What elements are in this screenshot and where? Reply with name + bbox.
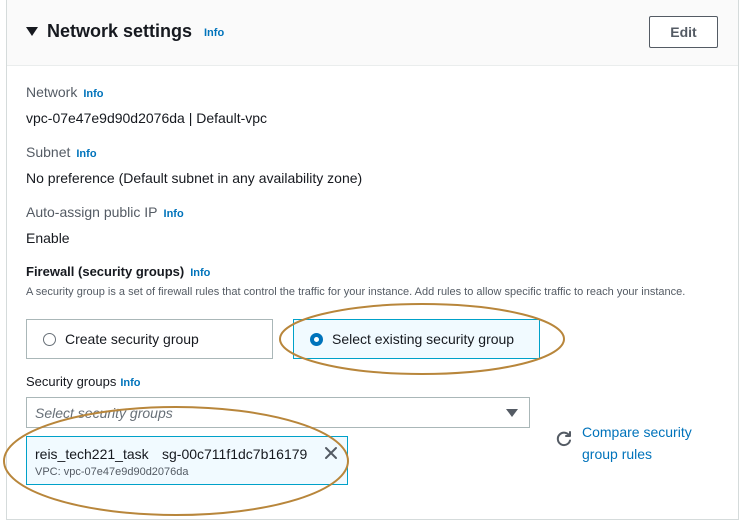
subnet-info-link[interactable]: Info bbox=[76, 148, 96, 160]
radio-label: Create security group bbox=[65, 331, 199, 347]
auto-assign-label: Auto-assign public IP Info bbox=[26, 204, 184, 220]
auto-assign-value: Enable bbox=[26, 230, 70, 246]
select-placeholder: Select security groups bbox=[35, 405, 173, 421]
network-value: vpc-07e47e9d90d2076da | Default-vpc bbox=[26, 110, 268, 126]
close-icon[interactable] bbox=[323, 445, 339, 461]
firewall-info-link[interactable]: Info bbox=[190, 267, 210, 279]
firewall-description: A security group is a set of firewall ru… bbox=[26, 286, 686, 298]
select-existing-security-group-option[interactable]: Select existing security group bbox=[293, 319, 540, 359]
security-groups-info-link[interactable]: Info bbox=[120, 377, 140, 389]
security-groups-label: Security groups Info bbox=[26, 374, 141, 389]
dropdown-arrow-icon[interactable] bbox=[506, 409, 518, 417]
subnet-value: No preference (Default subnet in any ava… bbox=[26, 170, 363, 186]
security-group-token: reis_tech221_task sg-00c711f1dc7b16179 V… bbox=[26, 436, 348, 485]
radio-label: Select existing security group bbox=[332, 331, 515, 347]
firewall-label: Firewall (security groups) Info bbox=[26, 264, 211, 279]
token-name: reis_tech221_task bbox=[35, 446, 149, 462]
token-vpc: VPC: vpc-07e47e9d90d2076da bbox=[35, 466, 189, 478]
token-id: sg-00c711f1dc7b16179 bbox=[162, 446, 308, 462]
radio-icon[interactable] bbox=[43, 333, 56, 346]
network-info-link[interactable]: Info bbox=[83, 88, 103, 100]
network-settings-panel: Network settings Info Edit Network Info v… bbox=[6, 0, 739, 520]
radio-icon[interactable] bbox=[310, 333, 323, 346]
panel-title: Network settings bbox=[47, 21, 193, 41]
edit-button[interactable]: Edit bbox=[649, 16, 718, 48]
info-link[interactable]: Info bbox=[204, 27, 224, 39]
subnet-label: Subnet Info bbox=[26, 144, 97, 160]
network-label: Network Info bbox=[26, 84, 104, 100]
refresh-icon[interactable] bbox=[555, 430, 573, 448]
compare-security-group-rules-link[interactable]: Compare security group rules bbox=[582, 421, 712, 465]
panel-header: Network settings Info Edit bbox=[7, 0, 738, 66]
caret-down-icon[interactable] bbox=[26, 27, 38, 36]
create-security-group-option[interactable]: Create security group bbox=[26, 319, 273, 359]
auto-assign-info-link[interactable]: Info bbox=[164, 208, 184, 220]
security-groups-select[interactable]: Select security groups bbox=[26, 397, 530, 428]
